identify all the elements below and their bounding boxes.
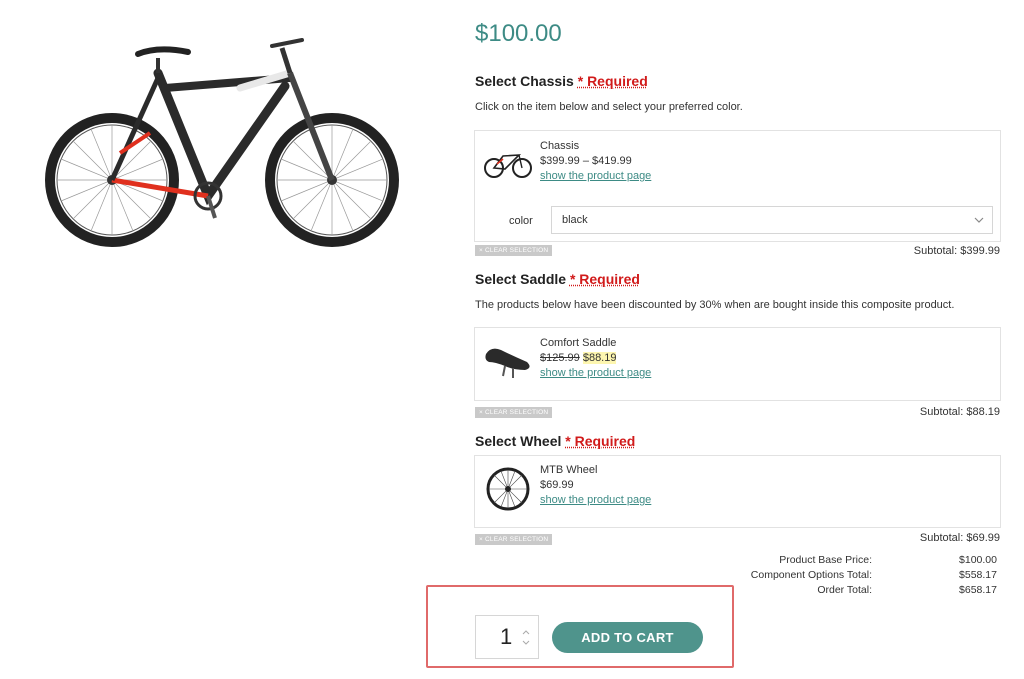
required-indicator: * Required bbox=[565, 433, 636, 449]
component-subtotal: Subtotal: $399.99 bbox=[913, 245, 1000, 257]
section-description: The products below have been discounted … bbox=[475, 299, 955, 311]
color-option-label: color bbox=[509, 215, 533, 227]
item-price: $399.99 – $419.99 bbox=[540, 155, 632, 167]
totals-row: Component Options Total: $558.17 bbox=[700, 569, 1000, 584]
section-title-text: Select Chassis bbox=[475, 73, 574, 89]
component-subtotal: Subtotal: $69.99 bbox=[919, 532, 1000, 544]
clear-selection-button[interactable]: × CLEAR SELECTION bbox=[475, 534, 553, 545]
section-description: Click on the item below and select your … bbox=[475, 101, 743, 113]
chevron-down-icon bbox=[974, 217, 984, 223]
totals-row: Order Total: $658.17 bbox=[700, 584, 1000, 599]
section-title-text: Select Saddle bbox=[475, 271, 567, 287]
totals-label: Component Options Total: bbox=[750, 569, 872, 581]
item-name: Comfort Saddle bbox=[540, 337, 617, 349]
product-price: $100.00 bbox=[475, 20, 562, 47]
product-page-link[interactable]: show the product page bbox=[540, 170, 651, 182]
component-option-card[interactable]: MTB Wheel $69.99 show the product page bbox=[474, 455, 1001, 528]
chassis-thumbnail bbox=[484, 154, 532, 178]
section-title-saddle: Select Saddle * Required bbox=[475, 271, 640, 287]
component-subtotal: Subtotal: $88.19 bbox=[919, 406, 1000, 418]
discounted-price: $88.19 bbox=[582, 352, 617, 364]
totals-value: $658.17 bbox=[959, 584, 997, 596]
color-select[interactable]: black bbox=[551, 206, 993, 234]
totals-value: $100.00 bbox=[959, 554, 997, 566]
product-page-link[interactable]: show the product page bbox=[540, 494, 651, 506]
saddle-thumbnail bbox=[485, 348, 530, 378]
component-option-card[interactable]: Chassis $399.99 – $419.99 show the produ… bbox=[474, 130, 1001, 242]
section-title-wheel: Select Wheel * Required bbox=[475, 433, 635, 449]
product-page-link[interactable]: show the product page bbox=[540, 367, 651, 379]
product-image-bicycle bbox=[45, 38, 399, 247]
section-title-text: Select Wheel bbox=[475, 433, 562, 449]
color-select-value: black bbox=[562, 214, 588, 226]
item-name: Chassis bbox=[540, 140, 580, 152]
chevron-down-icon[interactable] bbox=[522, 640, 530, 646]
item-name: MTB Wheel bbox=[540, 464, 598, 476]
item-price: $69.99 bbox=[540, 479, 574, 491]
section-title-chassis: Select Chassis * Required bbox=[475, 73, 648, 89]
order-totals: Product Base Price: $100.00 Component Op… bbox=[700, 554, 1000, 599]
required-indicator: * Required bbox=[577, 73, 648, 89]
totals-row: Product Base Price: $100.00 bbox=[700, 554, 1000, 569]
totals-value: $558.17 bbox=[959, 569, 997, 581]
chevron-up-icon[interactable] bbox=[522, 629, 530, 635]
quantity-value: 1 bbox=[500, 624, 513, 649]
wheel-thumbnail bbox=[486, 467, 530, 511]
clear-selection-button[interactable]: × CLEAR SELECTION bbox=[475, 407, 553, 418]
item-price: $125.99 $88.19 bbox=[540, 352, 617, 364]
quantity-stepper[interactable]: 1 bbox=[475, 615, 539, 659]
component-option-card[interactable]: Comfort Saddle $125.99 $88.19 show the p… bbox=[474, 327, 1001, 401]
clear-selection-button[interactable]: × CLEAR SELECTION bbox=[475, 245, 553, 256]
add-to-cart-button[interactable]: ADD TO CART bbox=[552, 622, 703, 653]
original-price: $125.99 bbox=[540, 352, 580, 364]
totals-label: Product Base Price: bbox=[779, 554, 872, 566]
required-indicator: * Required bbox=[569, 271, 640, 287]
